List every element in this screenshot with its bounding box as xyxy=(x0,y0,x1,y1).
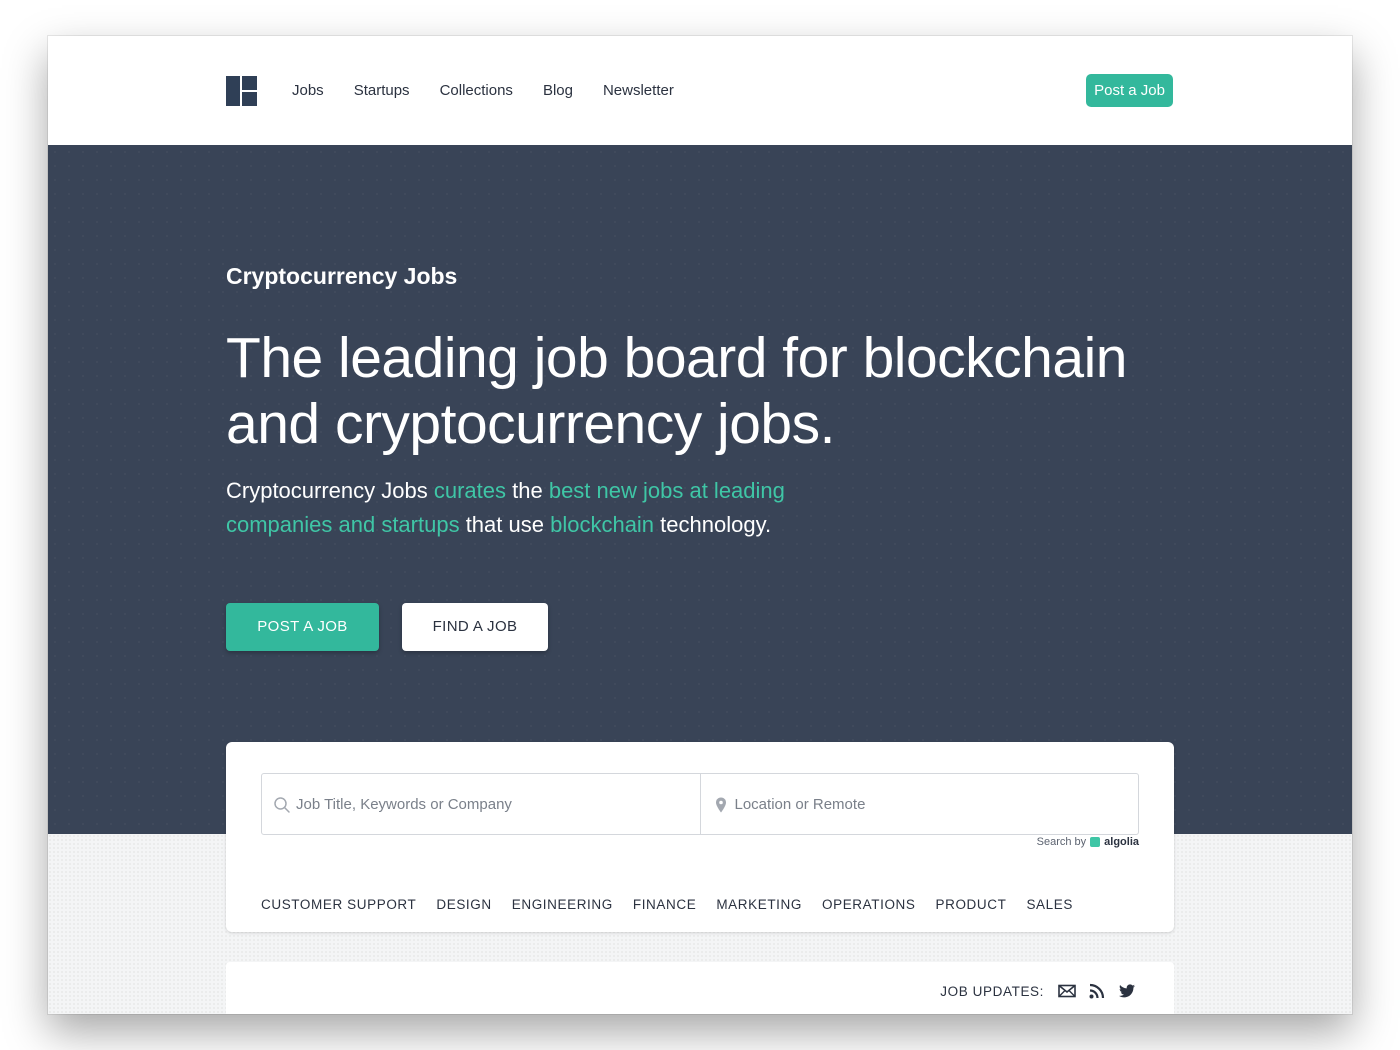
search-by-algolia[interactable]: Search by algolia xyxy=(1037,836,1139,848)
algolia-name: algolia xyxy=(1104,836,1139,848)
job-updates: JOB UPDATES: xyxy=(940,982,1136,1000)
category-product[interactable]: PRODUCT xyxy=(936,897,1007,912)
post-job-button[interactable]: POST A JOB xyxy=(226,603,379,651)
hero-title: The leading job board for blockchain and… xyxy=(226,326,1127,456)
nav-link-newsletter[interactable]: Newsletter xyxy=(603,80,674,102)
post-job-nav-button[interactable]: Post a Job xyxy=(1086,74,1173,107)
nav-link-jobs[interactable]: Jobs xyxy=(292,80,324,102)
job-updates-card: JOB UPDATES: xyxy=(226,962,1174,1014)
email-icon[interactable] xyxy=(1058,982,1076,1000)
category-marketing[interactable]: MARKETING xyxy=(716,897,802,912)
nav-link-startups[interactable]: Startups xyxy=(354,80,410,102)
rss-icon[interactable] xyxy=(1088,982,1106,1000)
curates-link[interactable]: curates xyxy=(434,478,506,503)
category-list: CUSTOMER SUPPORT DESIGN ENGINEERING FINA… xyxy=(261,897,1073,912)
hero-eyebrow: Cryptocurrency Jobs xyxy=(226,263,458,289)
hero-sub-text-2: the xyxy=(506,478,549,503)
blockchain-link[interactable]: blockchain xyxy=(550,512,654,537)
search-card: Search by algolia CUSTOMER SUPPORT DESIG… xyxy=(226,742,1174,932)
site-logo[interactable] xyxy=(226,76,257,106)
twitter-icon[interactable] xyxy=(1118,982,1136,1000)
nav-link-collections[interactable]: Collections xyxy=(440,80,513,102)
hero-section: Cryptocurrency Jobs The leading job boar… xyxy=(48,145,1352,834)
keywords-search-input[interactable] xyxy=(262,774,700,834)
search-bar xyxy=(261,773,1139,835)
category-operations[interactable]: OPERATIONS xyxy=(822,897,916,912)
search-by-label: Search by xyxy=(1036,836,1087,848)
job-updates-label: JOB UPDATES: xyxy=(940,983,1044,999)
browser-window: Jobs Startups Collections Blog Newslette… xyxy=(48,36,1352,1014)
keywords-field-wrap xyxy=(262,774,700,834)
category-sales[interactable]: SALES xyxy=(1026,897,1073,912)
hero-sub-text-1: Cryptocurrency Jobs xyxy=(226,478,434,503)
category-engineering[interactable]: ENGINEERING xyxy=(512,897,613,912)
category-design[interactable]: DESIGN xyxy=(436,897,491,912)
location-field-wrap xyxy=(699,774,1138,834)
location-search-input[interactable] xyxy=(700,774,1138,834)
nav-links: Jobs Startups Collections Blog Newslette… xyxy=(292,80,674,102)
hero-subtitle: Cryptocurrency Jobs curates the best new… xyxy=(226,474,866,542)
top-nav: Jobs Startups Collections Blog Newslette… xyxy=(48,36,1352,145)
search-icon xyxy=(274,797,290,813)
nav-link-blog[interactable]: Blog xyxy=(543,80,573,102)
algolia-logo-icon xyxy=(1090,837,1101,847)
category-customer-support[interactable]: CUSTOMER SUPPORT xyxy=(261,897,416,912)
location-pin-icon xyxy=(715,797,726,813)
hero-sub-text-4: technology. xyxy=(654,512,772,537)
category-finance[interactable]: FINANCE xyxy=(633,897,696,912)
hero-sub-text-3: that use xyxy=(459,512,551,537)
find-job-button[interactable]: FIND A JOB xyxy=(402,603,548,651)
